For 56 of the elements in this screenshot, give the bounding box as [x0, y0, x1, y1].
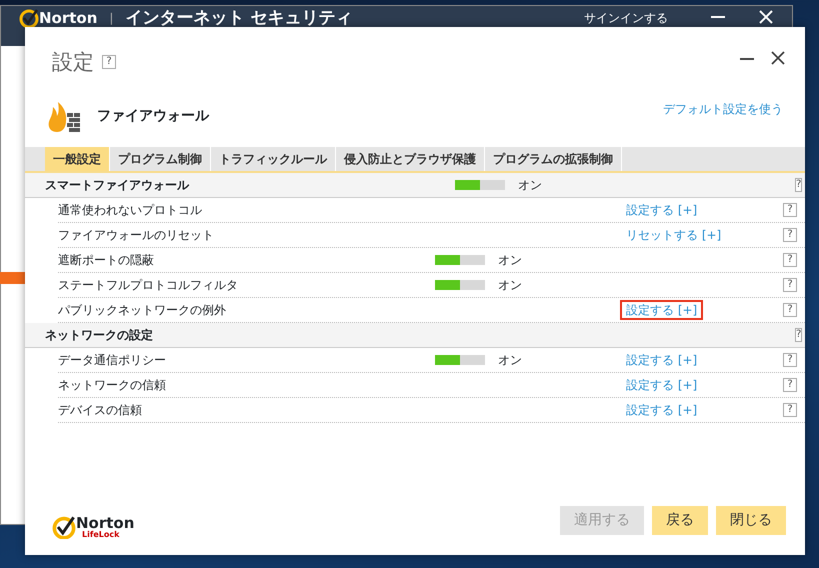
setting-label: ファイアウォールのリセット: [58, 226, 215, 244]
checkmark-logo-icon: [19, 8, 39, 28]
section-title: スマートファイアウォール: [45, 176, 190, 194]
section-title: ネットワークの設定: [45, 326, 154, 344]
tab[interactable]: 侵入防止とブラウザ保護: [336, 146, 485, 170]
help-button[interactable]: ?: [795, 328, 802, 342]
tab[interactable]: 一般設定: [45, 146, 110, 170]
help-button[interactable]: ?: [783, 252, 797, 266]
help-button[interactable]: ?: [783, 378, 797, 392]
status-text: オン: [497, 252, 523, 268]
dialog-title: 設定: [52, 49, 94, 76]
help-button[interactable]: ?: [783, 278, 797, 292]
setting-label: デバイスの信頼: [58, 402, 143, 418]
close-icon[interactable]: [771, 51, 785, 65]
checkmark-logo-icon: [52, 515, 76, 539]
feature-title: ファイアウォール: [97, 107, 209, 126]
footer-button[interactable]: 戻る: [652, 506, 708, 535]
settings-link[interactable]: 設定する [+]: [620, 374, 704, 394]
settings-link[interactable]: 設定する [+]: [620, 350, 704, 370]
toggle-track[interactable]: [435, 280, 485, 290]
help-button[interactable]: ?: [783, 402, 797, 416]
toggle-track[interactable]: [435, 254, 485, 264]
status-text: オン: [517, 176, 543, 194]
logo-subtitle: LifeLock: [81, 530, 120, 538]
app-title: インターネット セキュリティ: [125, 9, 352, 27]
status-text: オン: [497, 276, 523, 294]
accent-stripe: [0, 272, 25, 284]
settings-link[interactable]: 設定する [+]: [620, 400, 704, 420]
setting-label: ネットワークの信頼: [58, 376, 167, 394]
separator-text: |: [109, 10, 114, 27]
help-button[interactable]: ?: [783, 228, 797, 242]
help-button[interactable]: ?: [783, 352, 797, 366]
firewall-icon: [47, 100, 81, 132]
help-button[interactable]: ?: [783, 302, 797, 316]
toggle-track[interactable]: [435, 354, 485, 364]
status-text: オン: [497, 352, 523, 368]
logo-name: Norton: [76, 516, 134, 530]
setting-label: 遮断ポートの隠蔽: [58, 252, 155, 268]
settings-link[interactable]: 設定する [+]: [620, 200, 704, 220]
toggle-track[interactable]: [455, 180, 505, 190]
tab[interactable]: トラフィックルール: [211, 146, 336, 170]
help-button[interactable]: ?: [102, 55, 116, 69]
setting-label: データ通信ポリシー: [58, 352, 167, 368]
settings-link[interactable]: 設定する [+]: [620, 300, 704, 320]
setting-label: ステートフルプロトコルフィルタ: [58, 276, 239, 294]
footer-button[interactable]: 閉じる: [716, 506, 786, 535]
setting-label: パブリックネットワークの例外: [58, 302, 227, 318]
sign-in-link[interactable]: サインインする: [584, 9, 668, 27]
help-button[interactable]: ?: [783, 202, 797, 216]
tab[interactable]: プログラム制御: [110, 146, 211, 170]
settings-link[interactable]: リセットする [+]: [620, 224, 728, 244]
tab[interactable]: プログラムの拡張制御: [485, 146, 622, 170]
brand-name: Norton: [39, 9, 98, 27]
setting-label: 通常使われないプロトコル: [58, 202, 203, 218]
help-button[interactable]: ?: [795, 178, 802, 192]
default-settings-link[interactable]: デフォルト設定を使う: [663, 100, 783, 118]
